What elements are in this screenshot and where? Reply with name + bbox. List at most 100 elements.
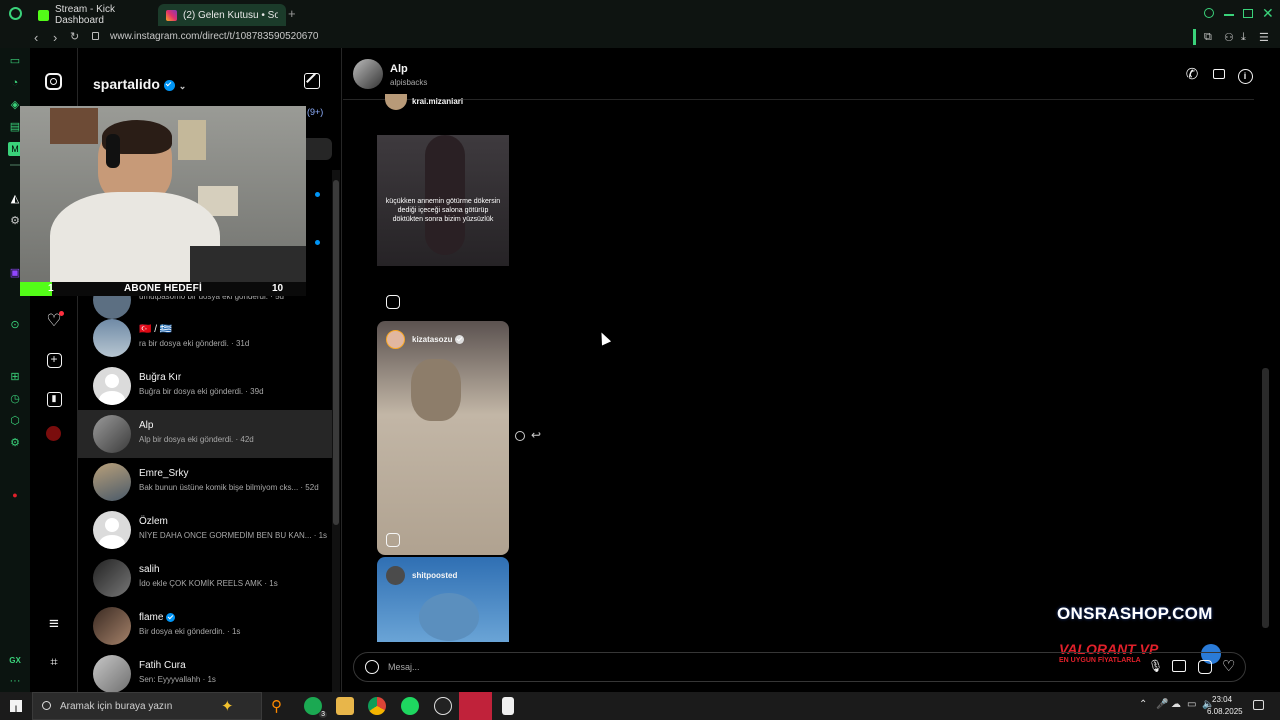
contact-name[interactable]: Alp: [390, 63, 408, 75]
conversation-item-active[interactable]: Alp Alp bir dosya eki gönderdi. · 42d: [78, 410, 332, 458]
notepad-icon[interactable]: [502, 697, 514, 715]
history-icon[interactable]: ◷: [8, 392, 22, 406]
reel-subject: [411, 359, 461, 421]
search-input[interactable]: [306, 138, 332, 160]
conversation-name: flame: [139, 612, 176, 623]
player-icon[interactable]: ⊙: [8, 318, 22, 332]
unread-dot: [315, 240, 320, 245]
phone-icon[interactable]: ✆: [1183, 66, 1201, 84]
extensions-icon[interactable]: ⧉: [1204, 31, 1212, 44]
minimize-icon[interactable]: [1224, 14, 1234, 16]
url-field[interactable]: www.instagram.com/direct/t/1087835905206…: [110, 31, 318, 42]
subscriber-goal-bar: 1 ABONE HEDEFİ 10: [20, 282, 306, 296]
like-heart-icon[interactable]: ♡: [1222, 657, 1235, 675]
search-tabs-icon[interactable]: [1204, 8, 1214, 18]
verified-badge-icon: [163, 79, 175, 91]
taskbar-active-app[interactable]: [459, 692, 492, 720]
conversation-item[interactable]: flame Bir dosya eki gönderdin. · 1s: [78, 602, 332, 650]
taskbar-search[interactable]: Aramak için buraya yazın ✦: [32, 692, 262, 720]
meta-apps-icon[interactable]: ⌗: [44, 652, 64, 672]
microphone-icon[interactable]: 🎙: [1148, 659, 1163, 673]
image-icon[interactable]: [1172, 660, 1186, 672]
reply-icon[interactable]: ↩: [531, 428, 541, 442]
more-icon[interactable]: ···: [8, 674, 22, 688]
contact-avatar[interactable]: [353, 59, 383, 89]
settings-side-icon[interactable]: ⚙: [8, 436, 22, 450]
conversation-item[interactable]: Fatih Cura Sen: Eyyyvallahh · 1s: [78, 650, 332, 698]
spotify-icon[interactable]: [401, 697, 419, 715]
shared-reel-card[interactable]: kizatasozu: [377, 321, 509, 555]
whatsapp-icon[interactable]: 3: [304, 697, 327, 718]
message-input[interactable]: Mesaj... 🎙 ♡: [353, 652, 1246, 682]
notification-center-icon[interactable]: [1253, 700, 1264, 710]
dashboard-icon[interactable]: ▮: [44, 386, 64, 407]
username: spartalido: [93, 76, 160, 92]
notifications-heart-icon[interactable]: ♡: [44, 311, 64, 331]
windows-start-icon[interactable]: [10, 700, 22, 712]
author-name: krai.mizaniari: [412, 97, 464, 106]
avatar: [93, 607, 131, 645]
wall-poster: [178, 120, 206, 160]
conversation-item[interactable]: 🇹🇷 / 🇬🇷 ra bir dosya eki gönderdi. · 31d: [78, 314, 332, 362]
profile-avatar-icon[interactable]: [46, 426, 61, 441]
reel-tree: [419, 593, 479, 641]
emoji-icon[interactable]: [365, 660, 379, 674]
workspaces-icon[interactable]: ⊞: [8, 370, 22, 384]
tray-onedrive-icon[interactable]: ☁: [1171, 699, 1181, 710]
info-icon[interactable]: i: [1236, 66, 1254, 84]
tray-network-icon[interactable]: ▭: [1187, 699, 1196, 710]
shared-reel-card[interactable]: küçükken annemin götürme dökersin dediği…: [377, 135, 509, 266]
avatar: [93, 367, 131, 405]
tab-kick-dashboard[interactable]: Stream - Kick Dashboard: [30, 4, 156, 26]
conversation-item[interactable]: Buğra Kır Buğra bir dosya eki gönderdi. …: [78, 362, 332, 410]
tray-chevron-icon[interactable]: ⌃: [1139, 699, 1147, 710]
shared-reel-card[interactable]: shitpoosted: [377, 557, 509, 642]
goal-target: 10: [272, 283, 284, 294]
conversation-item[interactable]: salih İdo ekle ÇOK KOMİK REELS AMK · 1s: [78, 554, 332, 602]
easy-setup-icon[interactable]: ☰: [1259, 31, 1269, 44]
clock-date[interactable]: 6.08.2025: [1207, 707, 1243, 716]
opera-logo-icon[interactable]: [9, 7, 22, 20]
author-avatar: [386, 566, 405, 585]
obs-icon[interactable]: [434, 697, 452, 715]
page-scrollbar-thumb[interactable]: [1262, 368, 1269, 628]
compose-icon[interactable]: [304, 73, 320, 89]
account-icon[interactable]: ⚇: [1224, 31, 1234, 44]
list-scrollbar-thumb[interactable]: [333, 180, 339, 525]
record-icon[interactable]: ●: [8, 488, 22, 502]
instagram-logo-icon[interactable]: [45, 73, 62, 90]
conversation-item[interactable]: Özlem NİYE DAHA ONCE GORMEDİM BEN BU KAN…: [78, 506, 332, 554]
tab-instagram[interactable]: (2) Gelen Kutusu • Sohbe: [158, 4, 286, 26]
account-switcher[interactable]: spartalido ⌄: [93, 76, 186, 92]
tab-label: (2) Gelen Kutusu • Sohbe: [183, 9, 278, 21]
reload-icon[interactable]: ↻: [70, 30, 79, 43]
extensions-side-icon[interactable]: ⬡: [8, 414, 22, 428]
menu-icon[interactable]: ≡: [44, 614, 64, 634]
back-icon[interactable]: ‹: [34, 30, 38, 45]
forward-icon[interactable]: ›: [53, 30, 57, 45]
file-explorer-icon[interactable]: [336, 697, 354, 715]
gx-logo-icon[interactable]: GX: [8, 654, 22, 668]
gx-cleaner-icon[interactable]: ◔: [8, 76, 22, 90]
conversation-item[interactable]: Emre_Srky Bak bunun üstüne komik bişe bi…: [78, 458, 332, 506]
avatar: [93, 559, 131, 597]
clock-time[interactable]: 23:04: [1212, 695, 1232, 704]
react-emoji-icon[interactable]: [515, 431, 525, 441]
chat-header: Alp alpisbacks ✆ i: [343, 48, 1254, 100]
video-call-icon[interactable]: [1210, 66, 1228, 84]
sticker-icon[interactable]: [1198, 660, 1212, 674]
download-icon[interactable]: ⤓: [1241, 31, 1246, 44]
gx-control-icon[interactable]: ▭: [8, 54, 22, 68]
chevron-down-icon: ⌄: [178, 81, 187, 91]
author-name: shitpoosted: [412, 571, 458, 580]
tab-label: Stream - Kick Dashboard: [55, 4, 116, 26]
tray-mic-icon[interactable]: 🎤: [1156, 699, 1168, 710]
page-scrollbar[interactable]: [1259, 48, 1273, 692]
search-app-icon[interactable]: ⚲: [271, 697, 289, 715]
create-icon[interactable]: +: [44, 348, 64, 368]
chrome-icon[interactable]: [368, 697, 386, 715]
new-tab-icon[interactable]: +: [288, 7, 296, 20]
avatar: [93, 415, 131, 453]
close-window-icon[interactable]: ✕: [1262, 5, 1274, 22]
maximize-icon[interactable]: [1243, 9, 1253, 18]
